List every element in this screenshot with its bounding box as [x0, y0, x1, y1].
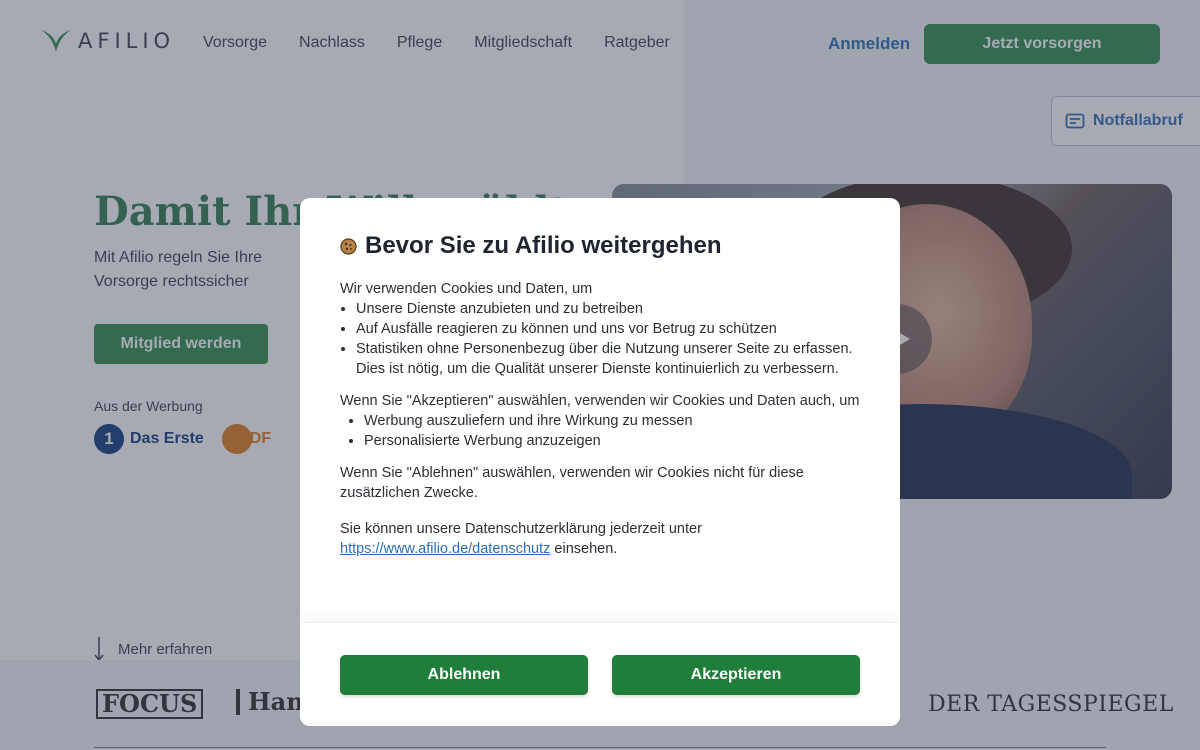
accept-button[interactable]: Akzeptieren	[612, 655, 860, 695]
dialog-title-text: Bevor Sie zu Afilio weitergehen	[365, 232, 722, 259]
decline-button[interactable]: Ablehnen	[340, 655, 588, 695]
privacy-policy-link[interactable]: https://www.afilio.de/datenschutz	[340, 541, 550, 557]
list-item: Werbung auszuliefern und ihre Wirkung zu…	[364, 411, 860, 431]
privacy-notice: Sie können unsere Datenschutzerklärung j…	[340, 521, 702, 557]
cookie-consent-dialog: Bevor Sie zu Afilio weitergehen Wir verw…	[300, 198, 900, 726]
list-item: Auf Ausfälle reagieren zu können und uns…	[356, 319, 860, 339]
list-item: Unsere Dienste anzubieten und zu betreib…	[356, 299, 860, 319]
cookie-icon	[340, 237, 357, 255]
cookie-intro: Wir verwenden Cookies und Daten, um	[340, 281, 593, 297]
list-item: Personalisierte Werbung anzuzeigen	[364, 431, 860, 451]
optional-purposes-list: Werbung auszuliefern und ihre Wirkung zu…	[340, 411, 860, 451]
list-item: Statistiken ohne Personenbezug über die …	[356, 339, 860, 379]
accept-intro: Wenn Sie "Akzeptieren" auswählen, verwen…	[340, 393, 860, 409]
dialog-title: Bevor Sie zu Afilio weitergehen	[340, 230, 860, 262]
cookie-dialog-body: Bevor Sie zu Afilio weitergehen Wir verw…	[340, 230, 860, 559]
dialog-actions: Ablehnen Akzeptieren	[300, 622, 900, 726]
decline-explanation: Wenn Sie "Ablehnen" auswählen, verwenden…	[340, 465, 804, 501]
essential-purposes-list: Unsere Dienste anzubieten und zu betreib…	[340, 299, 860, 379]
